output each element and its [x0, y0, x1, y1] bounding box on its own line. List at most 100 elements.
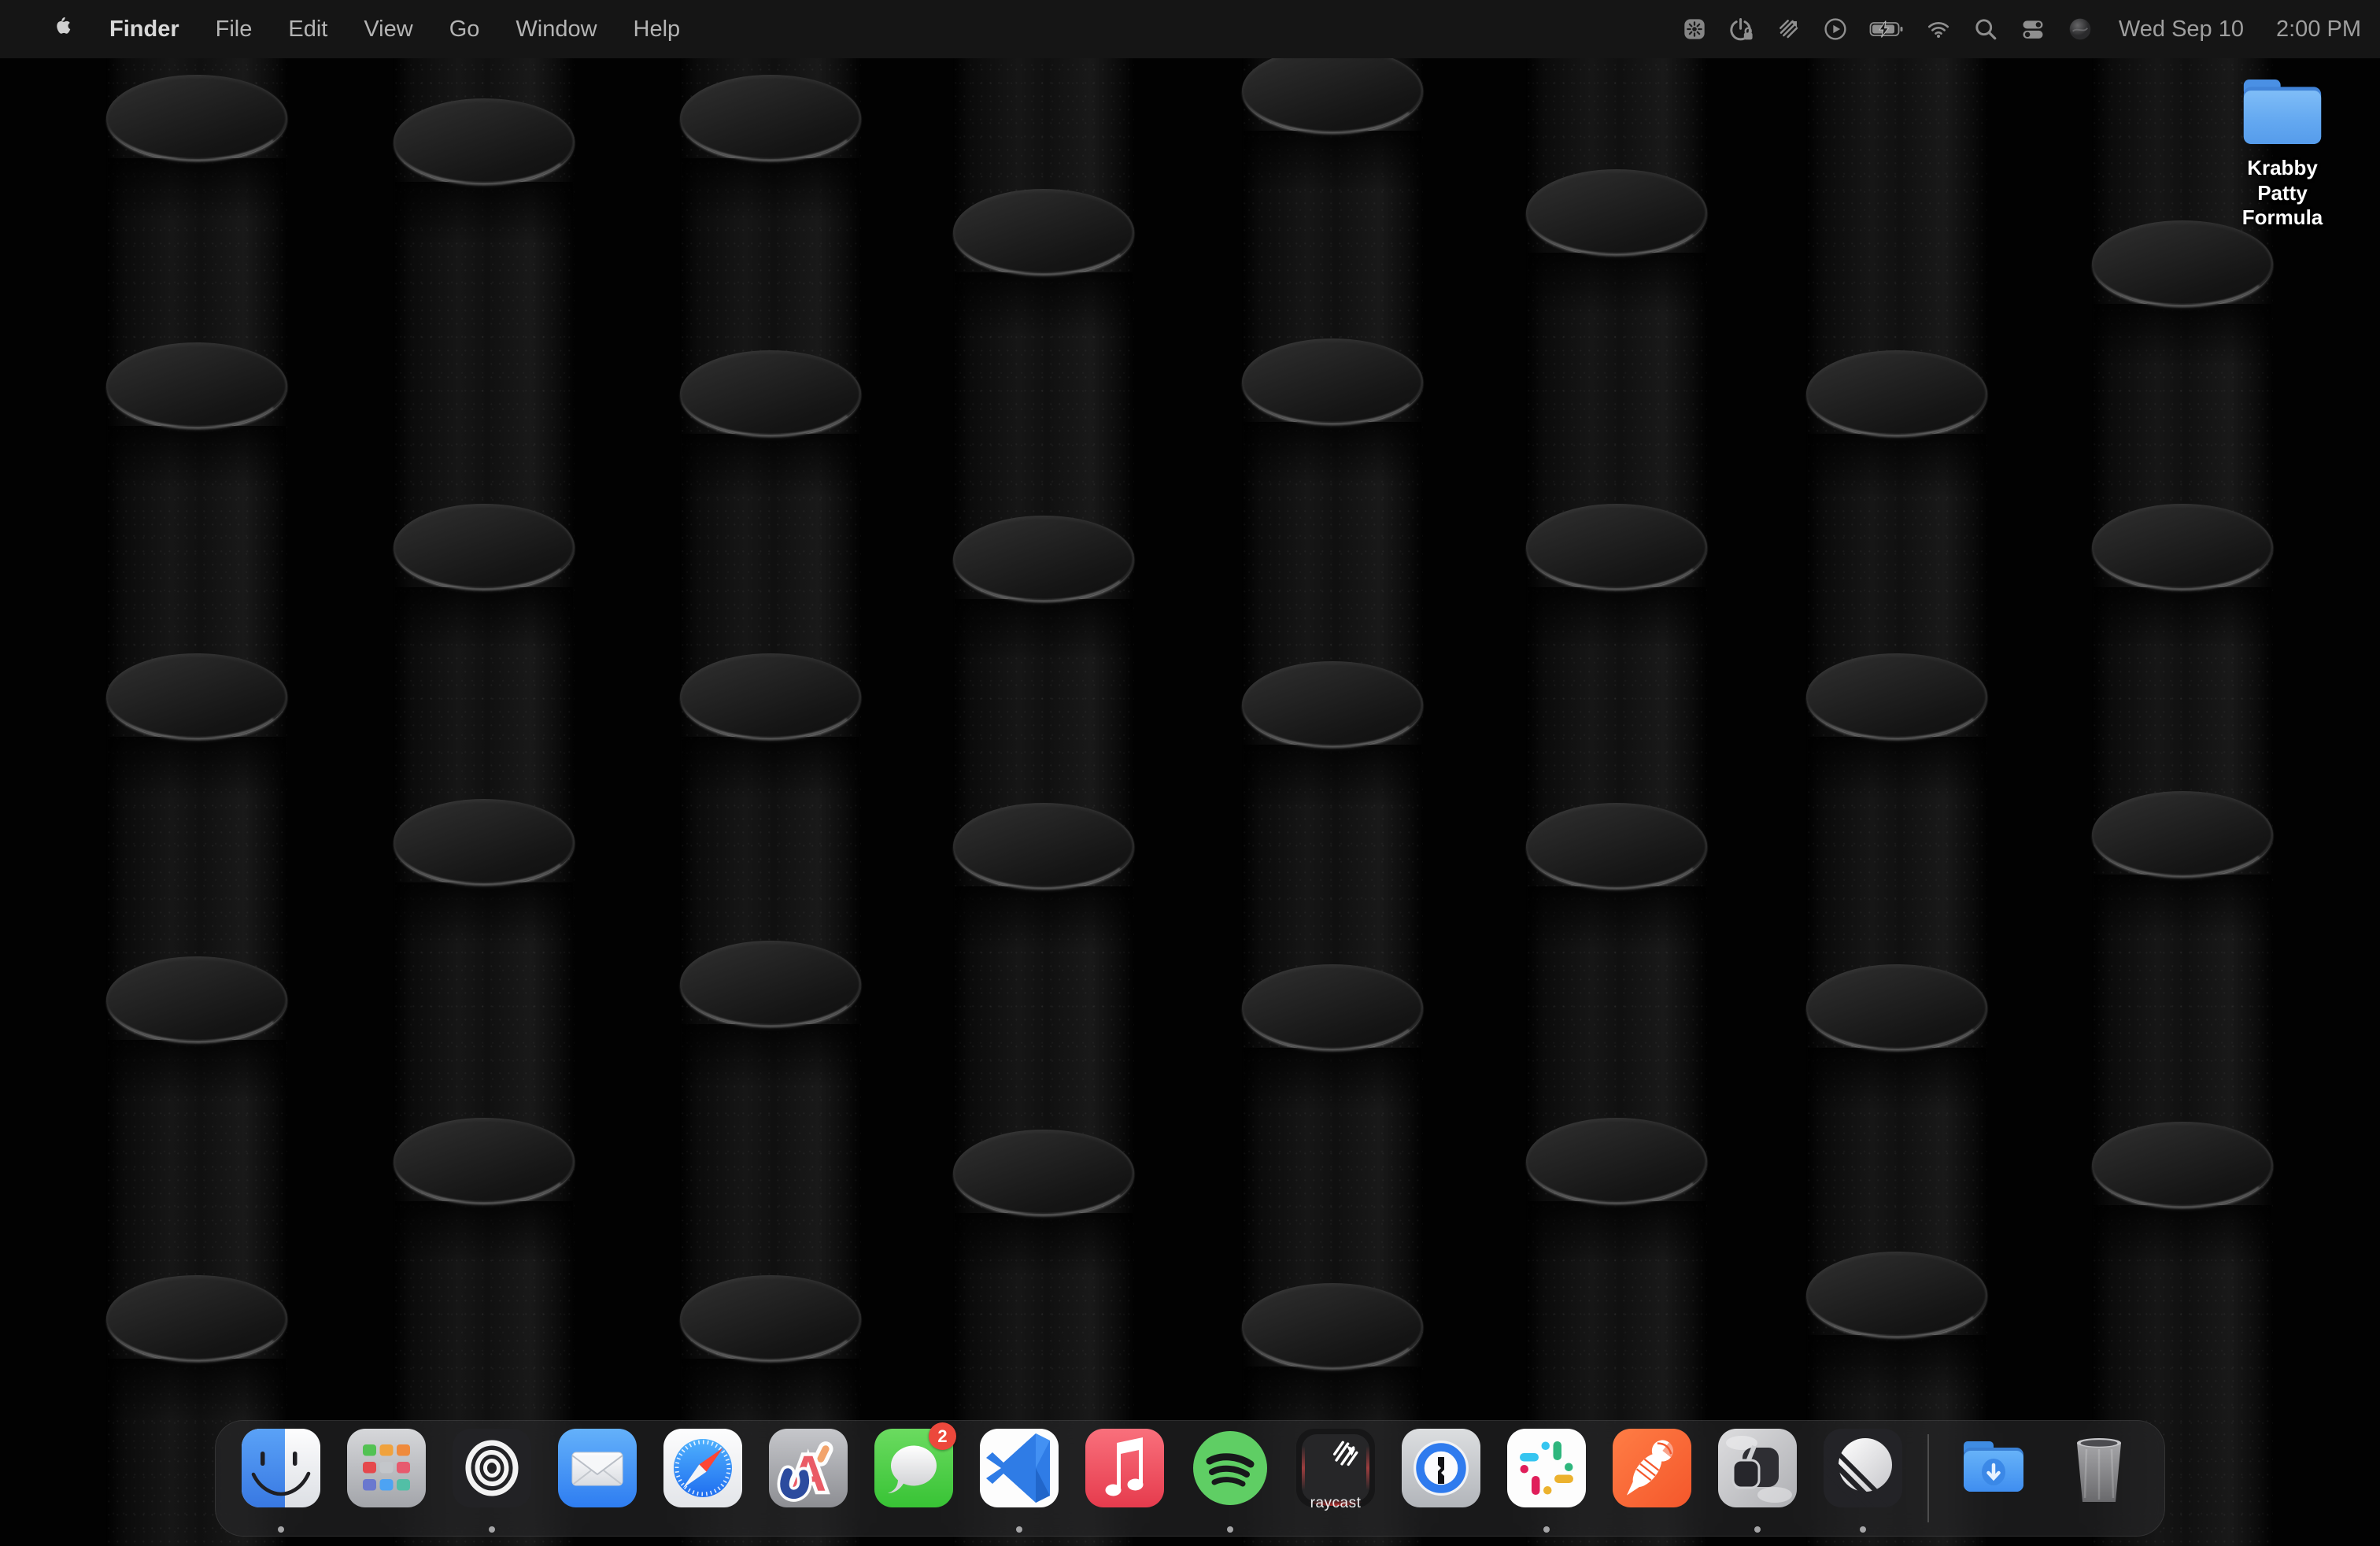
- menu-edit[interactable]: Edit: [270, 17, 346, 43]
- linear-icon: [1824, 1420, 1902, 1511]
- menu-bar-clock[interactable]: 2:00 PM: [2276, 17, 2361, 43]
- wallpaper-cylinder-cap: [106, 653, 287, 740]
- wallpaper-cylinder-cap: [680, 653, 861, 740]
- dock-item-downloads-folder[interactable]: [1941, 1420, 2046, 1537]
- spotlight-search-icon[interactable]: [1973, 17, 1998, 42]
- wallpaper-pillar: [1242, 0, 1423, 1546]
- wallpaper-cylinder-cap: [953, 1130, 1134, 1216]
- dock-item-messages[interactable]: 2: [861, 1420, 966, 1537]
- wallpaper-cylinder-cap: [106, 75, 287, 161]
- dock-item-spotify[interactable]: [1177, 1420, 1283, 1537]
- dock-item-finder[interactable]: [228, 1420, 334, 1537]
- trash-empty-icon: [2060, 1420, 2138, 1511]
- running-indicator: [1227, 1526, 1233, 1533]
- wallpaper-pillar: [953, 0, 1134, 1546]
- battery-charging-icon[interactable]: [1869, 20, 1904, 39]
- folder-icon: [2221, 74, 2344, 150]
- dock-item-safari[interactable]: [650, 1420, 756, 1537]
- dock-item-1password[interactable]: [1388, 1420, 1494, 1537]
- menu-bar-status-area: Wed Sep 10 2:00 PM: [1682, 16, 2380, 43]
- now-playing-icon[interactable]: [1823, 17, 1848, 42]
- wallpaper-cylinder-cap: [1242, 964, 1423, 1051]
- siri-orb-icon[interactable]: [2068, 17, 2093, 42]
- menu-help[interactable]: Help: [615, 17, 699, 43]
- menu-window[interactable]: Window: [497, 17, 615, 43]
- striped-flag-icon[interactable]: [1776, 17, 1802, 42]
- wallpaper-pillar: [680, 0, 861, 1546]
- 1password-icon: [1402, 1420, 1480, 1511]
- running-indicator: [1016, 1526, 1022, 1533]
- wallpaper-cylinder-cap: [680, 1275, 861, 1362]
- wallpaper-cylinder-cap: [1806, 350, 1987, 437]
- wallpaper-cylinder-cap: [106, 956, 287, 1043]
- dock-item-vscode[interactable]: [966, 1420, 1072, 1537]
- running-indicator: [278, 1526, 284, 1533]
- menu-bar-date[interactable]: Wed Sep 10: [2119, 17, 2244, 43]
- wallpaper-cylinder-cap: [680, 75, 861, 161]
- running-indicator: [1860, 1526, 1866, 1533]
- wallpaper-cylinder-cap: [2092, 220, 2273, 307]
- wallpaper-pillar: [2092, 0, 2273, 1546]
- desktop-folder-krabby-patty-formula[interactable]: Krabby Patty Formula: [2221, 74, 2344, 231]
- arc-browser-icon: A: [769, 1420, 848, 1511]
- wallpaper-cylinder-cap: [2092, 791, 2273, 878]
- wallpaper-cylinder-cap: [1242, 47, 1423, 134]
- apple-music-icon: [1085, 1420, 1164, 1511]
- wallpaper-cylinder-cap: [953, 803, 1134, 890]
- wallpaper-cylinder-cap: [1242, 661, 1423, 748]
- postman-icon: [1613, 1420, 1691, 1511]
- dock-item-slack[interactable]: [1494, 1420, 1599, 1537]
- raycast-label: raycast: [1283, 1495, 1388, 1512]
- wallpaper-cylinder-cap: [680, 941, 861, 1027]
- dock-item-dia[interactable]: [1705, 1420, 1810, 1537]
- running-indicator: [489, 1526, 495, 1533]
- wallpaper-cylinder-cap: [1806, 1252, 1987, 1338]
- dock-item-launchpad[interactable]: [334, 1420, 439, 1537]
- wallpaper-cylinder-cap: [106, 342, 287, 429]
- menu-finder[interactable]: Finder: [91, 17, 198, 43]
- spotify-icon: [1191, 1420, 1269, 1511]
- wallpaper-pillar: [394, 0, 575, 1546]
- dock-item-concentric-circles-app[interactable]: [439, 1420, 545, 1537]
- wifi-icon[interactable]: [1925, 17, 1952, 41]
- wallpaper-cylinder-cap: [953, 189, 1134, 276]
- running-indicator: [1754, 1526, 1761, 1533]
- wallpaper-cylinder-cap: [394, 1118, 575, 1204]
- concentric-circles-app-icon: [453, 1420, 531, 1511]
- dock-item-raycast[interactable]: raycast: [1283, 1420, 1388, 1537]
- wallpaper-cylinder-cap: [1242, 338, 1423, 425]
- menu-go[interactable]: Go: [431, 17, 498, 43]
- dock-item-arc-browser[interactable]: A: [756, 1420, 861, 1537]
- keyboard-brightness-icon[interactable]: [1682, 17, 1707, 42]
- dock-item-trash[interactable]: [2046, 1420, 2152, 1537]
- dock-item-mail[interactable]: [545, 1420, 650, 1537]
- slack-icon: [1507, 1420, 1586, 1511]
- wallpaper-cylinder-cap: [1242, 1283, 1423, 1370]
- wallpaper-cylinder-cap: [2092, 504, 2273, 590]
- dock-item-postman[interactable]: [1599, 1420, 1705, 1537]
- apple-menu[interactable]: [33, 14, 91, 44]
- wallpaper-cylinder-cap: [2092, 1122, 2273, 1208]
- vscode-icon: [980, 1420, 1059, 1511]
- menu-file[interactable]: File: [198, 17, 271, 43]
- wallpaper-pillar: [106, 0, 287, 1546]
- notification-badge: 2: [929, 1422, 956, 1450]
- wallpaper-cylinder-cap: [1526, 1118, 1707, 1204]
- menu-view[interactable]: View: [346, 17, 431, 43]
- control-center-icon[interactable]: [2020, 17, 2046, 41]
- apple-logo-icon: [52, 14, 72, 44]
- launchpad-icon: [347, 1420, 426, 1511]
- desktop: Finder File Edit View Go Window Help: [0, 0, 2380, 1546]
- wallpaper-cylinder-cap: [1526, 169, 1707, 256]
- mail-icon: [558, 1420, 637, 1511]
- wallpaper-cylinder-cap: [953, 516, 1134, 602]
- running-indicator: [1543, 1526, 1550, 1533]
- screen-lock-icon[interactable]: [1728, 16, 1755, 43]
- dock-item-apple-music[interactable]: [1072, 1420, 1177, 1537]
- wallpaper: [0, 0, 2380, 1546]
- dock-divider: [1927, 1434, 1929, 1522]
- wallpaper-cylinder-cap: [1806, 653, 1987, 740]
- wallpaper-cylinder-cap: [680, 350, 861, 437]
- dock-item-linear[interactable]: [1810, 1420, 1916, 1537]
- menu-bar-left: Finder File Edit View Go Window Help: [0, 14, 698, 44]
